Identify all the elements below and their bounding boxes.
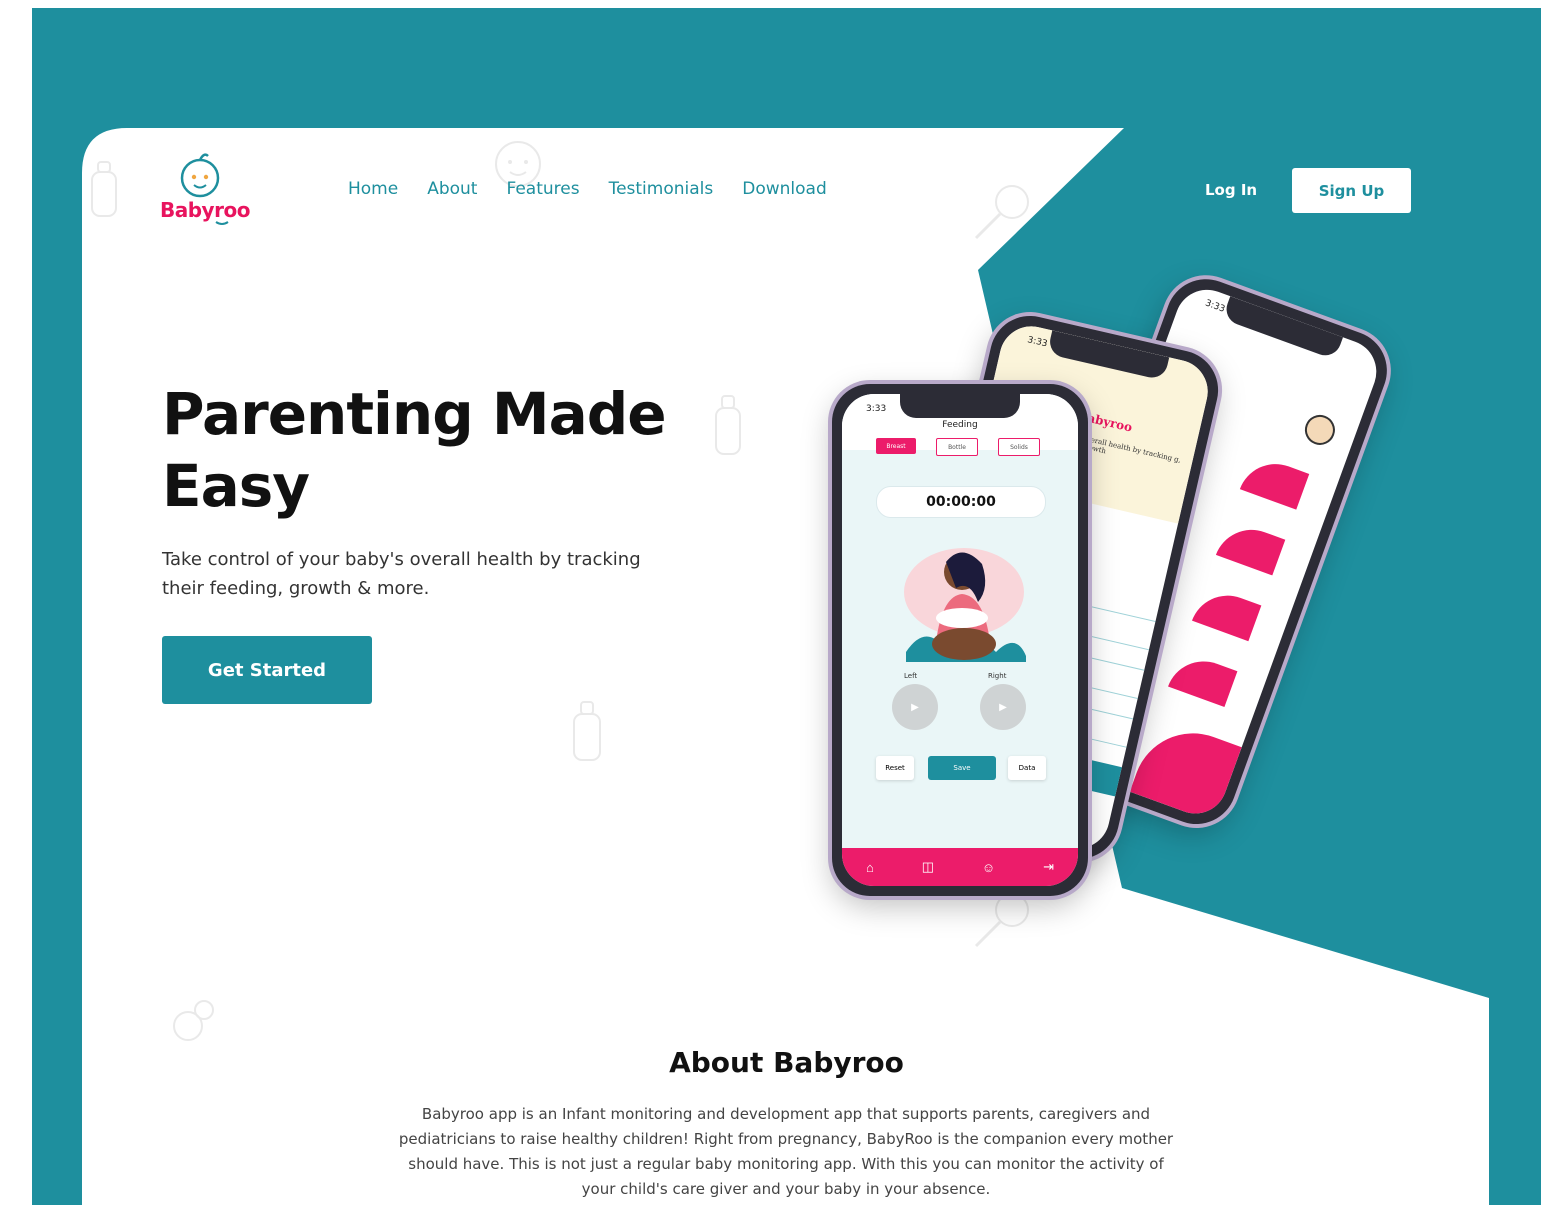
gallery-icon[interactable]: ◫ [922, 859, 934, 875]
pink-footer [1129, 716, 1242, 823]
phone-front-status-time: 3:33 [866, 404, 887, 414]
nav-testimonials-link[interactable]: Testimonials [609, 179, 714, 199]
pink-card [1215, 519, 1286, 576]
phone-front-notch [900, 394, 1020, 418]
nav-features-link[interactable]: Features [506, 179, 579, 199]
rattle-decoration-icon [974, 185, 1029, 240]
left-label: Left [904, 672, 918, 680]
right-play-button[interactable]: ▶ [980, 684, 1026, 730]
rattle-decoration-icon [974, 893, 1029, 948]
about-title: About Babyroo [669, 1046, 904, 1079]
login-link[interactable]: Log In [1205, 181, 1257, 199]
bottle-decoration-icon [91, 161, 117, 217]
phone-mockup-front: 3:33 Feeding Breast Bottle Solids 00:00:… [832, 384, 1088, 896]
get-started-button[interactable]: Get Started [162, 636, 372, 704]
nav-about-link[interactable]: About [427, 179, 477, 199]
nav-home-link[interactable]: Home [348, 179, 398, 199]
main-nav: Home About Features Testimonials Downloa… [348, 179, 827, 199]
mother-feeding-illustration [904, 548, 1026, 662]
save-button[interactable]: Save [928, 756, 996, 780]
pink-card [1168, 650, 1238, 707]
pink-card [1239, 453, 1310, 510]
bottle-decoration-icon [573, 701, 601, 761]
page-frame: Babyroo Home About Features Testimonials… [32, 8, 1541, 1205]
reset-button[interactable]: Reset [876, 756, 914, 780]
pink-card [1191, 584, 1262, 642]
signup-button[interactable]: Sign Up [1292, 168, 1411, 213]
hero-subtext: Take control of your baby's overall heal… [162, 549, 641, 599]
left-play-button[interactable]: ▶ [892, 684, 938, 730]
baby-avatar-icon [1300, 410, 1340, 450]
tab-breast[interactable]: Breast [876, 438, 916, 454]
data-button[interactable]: Data [1008, 756, 1046, 780]
pacifier-decoration-icon [173, 1000, 214, 1041]
phone-front-title: Feeding [942, 420, 978, 430]
phone-front-screen: 3:33 Feeding Breast Bottle Solids 00:00:… [842, 394, 1078, 886]
phone-back-status-time: 3:33 [1203, 298, 1227, 315]
tab-bottle[interactable]: Bottle [936, 438, 978, 456]
timer-display: 00:00:00 [876, 486, 1046, 518]
nav-download-link[interactable]: Download [742, 179, 827, 199]
tab-solids[interactable]: Solids [998, 438, 1040, 456]
bottom-nav: ⌂ ◫ ☺ ⇥ [842, 848, 1078, 886]
about-text: Babyroo app is an Infant monitoring and … [398, 1105, 1174, 1198]
home-icon[interactable]: ⌂ [866, 860, 874, 875]
brand-name: Babyroo [160, 198, 250, 222]
right-label: Right [988, 672, 1007, 680]
baby-icon[interactable]: ☺ [982, 860, 995, 875]
feeding-tabs: Breast Bottle Solids [876, 438, 1040, 456]
logout-icon[interactable]: ⇥ [1043, 859, 1054, 875]
hero-headline: Parenting Made Easy [162, 380, 667, 520]
